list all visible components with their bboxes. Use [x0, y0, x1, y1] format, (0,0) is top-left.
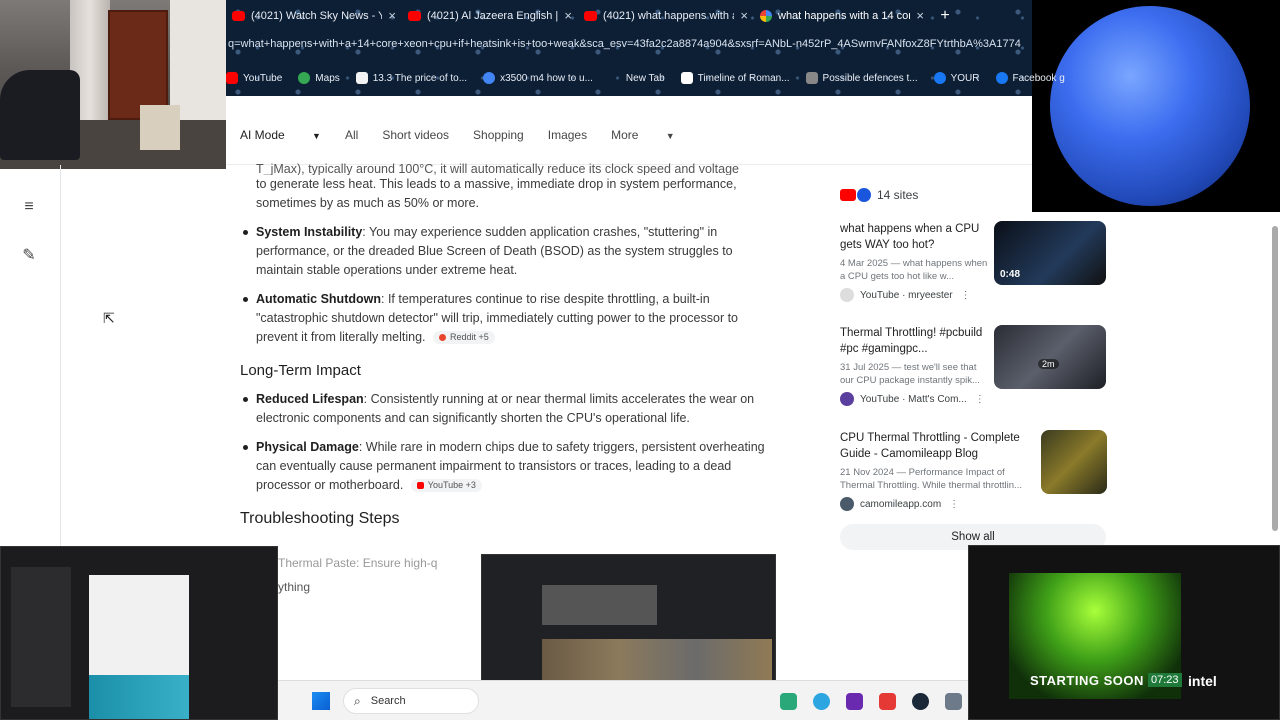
search-nav: AI Mode ▼ All Short videos Shopping Imag… — [226, 96, 1032, 165]
bookmark-defences[interactable]: Possible defences t... — [805, 72, 918, 84]
caret-down-icon: ▼ — [665, 131, 675, 141]
page-icon — [609, 72, 621, 84]
more-options-icon[interactable]: ⋮ — [949, 499, 959, 510]
taskbar-search[interactable]: ⌕ Search — [343, 688, 479, 714]
tab-short-videos[interactable]: Short videos — [382, 128, 449, 142]
channel-avatar — [840, 392, 854, 406]
bookmark-your[interactable]: YOUR — [933, 72, 980, 84]
close-tab-icon[interactable]: × — [740, 8, 748, 23]
tab-images[interactable]: Images — [548, 128, 587, 142]
tab-sky-news[interactable]: (4021) Watch Sky News - YouT × — [226, 2, 402, 29]
heading-troubleshooting: Troubleshooting Steps — [240, 510, 400, 527]
caret-down-icon: ▼ — [312, 131, 321, 141]
troubleshoot-fragment: Thermal Paste: Ensure high-q — [278, 556, 438, 570]
bookmark-price[interactable]: 13.3 The price of to... — [355, 72, 467, 84]
wikipedia-icon — [680, 72, 693, 84]
content-divider — [60, 165, 61, 555]
stream-preview-right — [968, 545, 1280, 720]
steam-icon[interactable] — [912, 693, 929, 710]
google-icon — [483, 72, 496, 84]
facebook-icon — [933, 72, 946, 84]
youtube-icon — [226, 72, 238, 84]
more-options-icon[interactable]: ⋮ — [975, 394, 985, 405]
sources-panel: 14 sites what happens when a CPU gets WA… — [826, 178, 1122, 558]
bookmark-x3500[interactable]: x3500 m4 how to u... — [483, 72, 593, 84]
bookmark-facebook[interactable]: Facebook g — [995, 72, 1065, 84]
bookmark-new-tab[interactable]: New Tab — [609, 72, 665, 84]
tab-al-jazeera[interactable]: (4021) Al Jazeera English | × — [402, 2, 578, 29]
app-icon[interactable] — [879, 693, 896, 710]
bookmark-youtube[interactable]: YouTube — [226, 72, 282, 84]
youtube-icon — [408, 10, 421, 21]
tab-more[interactable]: More ▼ — [611, 128, 675, 142]
ask-anything-fragment: ything — [278, 580, 311, 594]
telegram-icon[interactable] — [813, 693, 830, 710]
youtube-icon — [840, 189, 856, 201]
source-card[interactable]: Thermal Throttling! #pcbuild #pc #gaming… — [840, 325, 1110, 406]
bullet-physical-damage: Physical Damage: While rare in modern ch… — [243, 438, 780, 495]
app-icon[interactable] — [945, 693, 962, 710]
youtube-icon — [416, 482, 424, 490]
tab-shopping[interactable]: Shopping — [473, 128, 524, 142]
taskbar: ⌕ Search — [278, 680, 968, 720]
page-icon — [355, 72, 368, 84]
playlist-add-icon[interactable]: ≡ — [19, 198, 39, 218]
window-preview-left — [0, 546, 278, 720]
intel-logo: intel — [1188, 673, 1217, 689]
bookmarks-bar: YouTube Maps 13.3 The price of to... x35… — [226, 68, 1081, 88]
neptune-image — [1050, 6, 1250, 206]
mouse-cursor-icon: ⇱ — [103, 310, 115, 326]
starting-soon-label: STARTING SOON — [1030, 673, 1144, 688]
page-scrollbar[interactable] — [1272, 226, 1278, 531]
browser-chrome: (4021) Watch Sky News - YouT × (4021) Al… — [226, 0, 1065, 96]
ai-overview-content: T_jMax), typically around 100°C, it will… — [240, 160, 780, 538]
close-tab-icon[interactable]: × — [916, 8, 924, 23]
bookmark-maps[interactable]: Maps — [298, 72, 340, 84]
bookmark-timeline[interactable]: Timeline of Roman... — [680, 72, 790, 84]
youtube-icon — [232, 10, 245, 21]
tab-youtube-cpu[interactable]: (4021) what happens with a 14 × — [578, 2, 754, 29]
google-icon — [760, 9, 772, 22]
search-icon: ⌕ — [354, 693, 361, 708]
edit-icon[interactable]: ✎ — [19, 245, 39, 265]
heading-long-term-impact: Long-Term Impact — [240, 362, 361, 379]
ai-mode-tab[interactable]: AI Mode ▼ — [240, 128, 321, 142]
bullet-automatic-shutdown: Automatic Shutdown: If temperatures cont… — [243, 290, 780, 347]
app-icon[interactable] — [846, 693, 863, 710]
source-card[interactable]: what happens when a CPU gets WAY too hot… — [840, 221, 1110, 302]
close-tab-icon[interactable]: × — [388, 8, 396, 23]
tab-all[interactable]: All — [345, 128, 358, 142]
address-bar[interactable]: q=what+happens+with+a+14+core+xeon+cpu+i… — [226, 38, 1032, 58]
cl-icon — [805, 72, 818, 84]
site-favicon — [840, 497, 854, 511]
citation-chip-youtube[interactable]: YouTube +3 — [410, 479, 482, 493]
facebook-icon — [995, 72, 1008, 84]
video-thumbnail[interactable]: 0:48 — [994, 221, 1106, 285]
tab-strip: (4021) Watch Sky News - YouT × (4021) Al… — [226, 2, 960, 29]
youtube-icon — [584, 10, 597, 21]
close-tab-icon[interactable]: × — [564, 8, 572, 23]
windows-start-icon[interactable] — [312, 692, 330, 710]
article-thumbnail[interactable] — [1041, 430, 1107, 494]
sources-header[interactable]: 14 sites — [840, 188, 918, 202]
more-options-icon[interactable]: ⋮ — [961, 290, 971, 301]
intel-icon — [857, 188, 871, 202]
webcam-overlay — [0, 0, 226, 169]
new-tab-button[interactable]: + — [930, 2, 960, 29]
reddit-icon — [439, 334, 446, 342]
citation-chip-reddit[interactable]: Reddit +5 — [433, 331, 495, 345]
maps-icon — [298, 72, 311, 84]
tab-google-search[interactable]: what happens with a 14 core xe × — [754, 2, 930, 29]
bullet-system-instability: System Instability: You may experience s… — [243, 223, 780, 280]
countdown-timer: 07:23 — [1148, 673, 1182, 687]
video-thumbnail[interactable]: 2m — [994, 325, 1106, 389]
bullet-reduced-lifespan: Reduced Lifespan: Consistently running a… — [243, 390, 780, 428]
app-icon[interactable] — [780, 693, 797, 710]
fragment-text: T_jMax), typically around 100°C, it will… — [256, 162, 740, 175]
paragraph-throttling: to generate less heat. This leads to a m… — [256, 177, 737, 210]
channel-avatar — [840, 288, 854, 302]
source-card[interactable]: CPU Thermal Throttling - Complete Guide … — [840, 430, 1110, 511]
